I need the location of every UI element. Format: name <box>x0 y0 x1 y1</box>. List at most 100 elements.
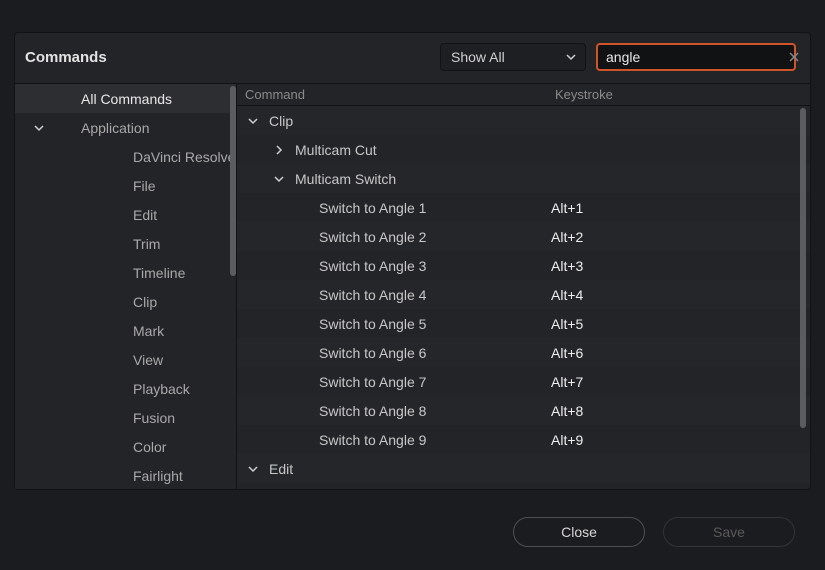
sidebar-item[interactable]: All Commands <box>15 84 236 113</box>
save-button: Save <box>663 517 795 547</box>
keystroke-cell: Alt+3 <box>551 258 810 274</box>
table-row[interactable]: Edit <box>237 454 810 483</box>
column-header-keystroke[interactable]: Keystroke <box>551 87 810 102</box>
command-label: Switch to Angle 6 <box>319 345 426 361</box>
table-row[interactable]: Multicam Switch <box>237 164 810 193</box>
command-label: Clip <box>269 113 293 129</box>
keystroke-cell: Alt+9 <box>551 432 810 448</box>
command-cell: Switch to Angle 4 <box>237 287 551 303</box>
sidebar-item-label: DaVinci Resolve <box>75 149 235 165</box>
command-label: Switch to Angle 9 <box>319 432 426 448</box>
table-scrollbar[interactable] <box>800 108 806 428</box>
command-cell: Switch to Angle 3 <box>237 258 551 274</box>
search-box[interactable] <box>596 43 796 71</box>
table-row[interactable]: Switch to Angle 3 Alt+3 <box>237 251 810 280</box>
chevron-down-icon[interactable] <box>245 463 261 475</box>
command-cell: Switch to Angle 5 <box>237 316 551 332</box>
table-row[interactable]: Switch to Angle 4Alt+4 <box>237 280 810 309</box>
sidebar-item[interactable]: File <box>15 171 236 200</box>
search-input[interactable] <box>606 49 787 65</box>
command-cell: Switch to Angle 8 <box>237 403 551 419</box>
sidebar-scrollbar[interactable] <box>230 86 236 276</box>
sidebar-item[interactable]: Fusion <box>15 403 236 432</box>
table-row[interactable]: Switch to Angle 8 Alt+8 <box>237 396 810 425</box>
table-row[interactable]: Switch to Angle 6 Alt+6 <box>237 338 810 367</box>
sidebar-item[interactable]: Clip <box>15 287 236 316</box>
sidebar-item[interactable]: Trim <box>15 229 236 258</box>
panel-header: Commands Show All <box>15 33 810 83</box>
keystroke-cell: Alt+2 <box>551 229 810 245</box>
keystroke-cell: Alt+5 <box>551 316 810 332</box>
commands-table: Command Keystroke ClipMulticam Cut Multic… <box>237 84 810 489</box>
sidebar-item-label: All Commands <box>51 91 172 107</box>
command-cell: Switch to Angle 1 <box>237 200 551 216</box>
command-label: Switch to Angle 1 <box>319 200 426 216</box>
panel-title: Commands <box>25 49 107 66</box>
command-label: Edit <box>269 461 293 477</box>
chevron-down-icon[interactable] <box>245 115 261 127</box>
command-cell: Clip <box>237 113 551 129</box>
sidebar-item[interactable]: Fairlight <box>15 461 236 489</box>
sidebar-item[interactable]: DaVinci Resolve <box>15 142 236 171</box>
sidebar-item-label: Fusion <box>75 410 175 426</box>
command-cell: Multicam Switch <box>237 171 551 187</box>
table-row[interactable]: Switch to Angle 2 Alt+2 <box>237 222 810 251</box>
commands-panel: Commands Show All All Commands Applicatio… <box>14 32 811 490</box>
sidebar-item-label: View <box>75 352 163 368</box>
keystroke-cell: Alt+6 <box>551 345 810 361</box>
keystroke-cell: Alt+7 <box>551 374 810 390</box>
command-label: Switch to Angle 3 <box>319 258 426 274</box>
command-label: Switch to Angle 2 <box>319 229 426 245</box>
command-cell: Switch to Angle 6 <box>237 345 551 361</box>
sidebar-item-label: Clip <box>75 294 157 310</box>
keyboard-customization-dialog: Commands Show All All Commands Applicatio… <box>0 0 825 570</box>
command-label: Switch to Angle 5 <box>319 316 426 332</box>
table-row[interactable]: Clip <box>237 106 810 135</box>
chevron-right-icon[interactable] <box>271 144 287 156</box>
keystroke-cell: Alt+8 <box>551 403 810 419</box>
sidebar-item-label: Color <box>75 439 166 455</box>
filter-dropdown[interactable]: Show All <box>440 43 586 71</box>
sidebar-item[interactable]: Timeline <box>15 258 236 287</box>
command-label: Multicam Cut <box>295 142 377 158</box>
sidebar-item-label: Edit <box>75 207 157 223</box>
table-row[interactable]: Switch to Angle 9 Alt+9 <box>237 425 810 454</box>
command-cell: Switch to Angle 2 <box>237 229 551 245</box>
sidebar-item-label: Fairlight <box>75 468 183 484</box>
chevron-down-icon[interactable] <box>31 122 47 134</box>
sidebar-item[interactable]: Playback <box>15 374 236 403</box>
sidebar-item-label: Timeline <box>75 265 185 281</box>
command-label: Switch to Angle 7 <box>319 374 426 390</box>
clear-search-icon[interactable] <box>787 52 801 62</box>
sidebar-item[interactable]: Edit <box>15 200 236 229</box>
filter-dropdown-value: Show All <box>451 49 505 65</box>
chevron-down-icon[interactable] <box>271 173 287 185</box>
panel-body: All Commands Application DaVinci Resolve Fi… <box>15 83 810 489</box>
table-header: Command Keystroke <box>237 84 810 106</box>
close-button-label: Close <box>561 524 597 540</box>
sidebar-item[interactable]: Mark <box>15 316 236 345</box>
sidebar-item[interactable]: Color <box>15 432 236 461</box>
column-header-command[interactable]: Command <box>237 87 551 102</box>
table-row[interactable]: Switch to Angle 5 Alt+5 <box>237 309 810 338</box>
table-row[interactable]: Switch to Angle 7 Alt+7 <box>237 367 810 396</box>
sidebar-item[interactable]: View <box>15 345 236 374</box>
table-row[interactable]: Switch to Angle 1 Alt+1 <box>237 193 810 222</box>
table-row[interactable]: Multicam Cut <box>237 135 810 164</box>
command-cell: Switch to Angle 9 <box>237 432 551 448</box>
command-label: Switch to Angle 8 <box>319 403 426 419</box>
sidebar-item-label: Application <box>51 120 150 136</box>
sidebar-item-label: Trim <box>75 236 160 252</box>
save-button-label: Save <box>713 524 745 540</box>
sidebar-item-label: Playback <box>75 381 190 397</box>
command-label: Multicam Switch <box>295 171 396 187</box>
command-cell: Switch to Angle 7 <box>237 374 551 390</box>
keystroke-cell: Alt+1 <box>551 200 810 216</box>
keystroke-cell: Alt+4 <box>551 287 810 303</box>
chevron-down-icon <box>565 51 577 63</box>
sidebar-item[interactable]: Application <box>15 113 236 142</box>
command-cell: Multicam Cut <box>237 142 551 158</box>
sidebar-item-label: Mark <box>75 323 164 339</box>
close-button[interactable]: Close <box>513 517 645 547</box>
command-cell: Edit <box>237 461 551 477</box>
